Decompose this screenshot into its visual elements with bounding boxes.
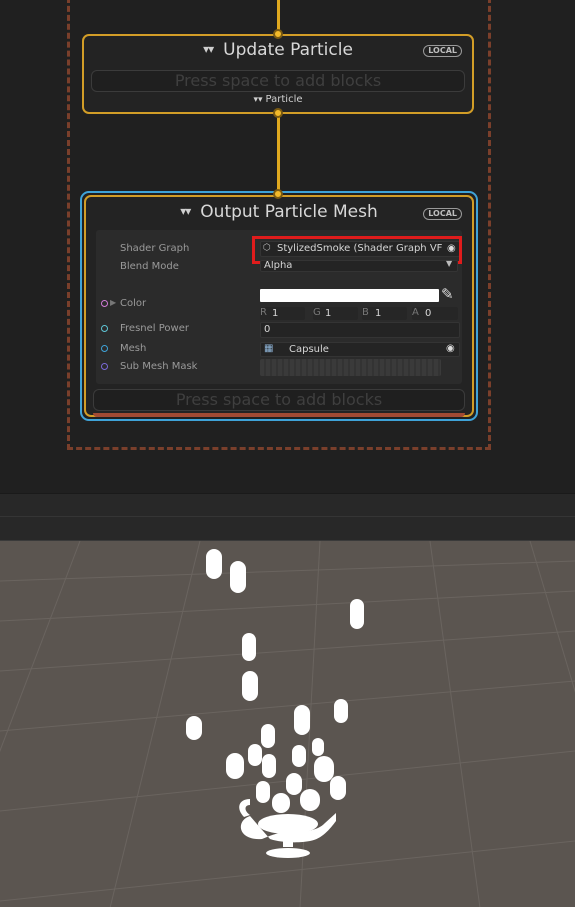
- local-badge: LOCAL: [423, 208, 462, 220]
- mesh-port[interactable]: [101, 345, 108, 352]
- expand-arrow-icon[interactable]: ▶: [110, 298, 116, 307]
- scene-view[interactable]: [0, 540, 575, 907]
- object-picker-icon[interactable]: ◉: [446, 343, 455, 354]
- mesh-field[interactable]: Capsule: [260, 342, 460, 357]
- update-context-subtitle: ▾▾ Particle: [253, 94, 303, 105]
- particle-small-icon: ▾▾: [253, 95, 263, 105]
- color-a-label: A: [412, 307, 419, 318]
- color-swatch[interactable]: [260, 289, 439, 302]
- flow-port-update-in[interactable]: [273, 29, 283, 39]
- scene-grid: [0, 541, 575, 907]
- flow-port-output-in[interactable]: [273, 189, 283, 199]
- add-blocks-placeholder[interactable]: Press space to add blocks: [93, 389, 465, 411]
- local-badge: LOCAL: [423, 45, 462, 57]
- blend-mode-dropdown[interactable]: Alpha: [260, 260, 458, 272]
- color-label: Color: [120, 298, 147, 309]
- shader-graph-label: Shader Graph: [120, 243, 190, 254]
- add-blocks-placeholder[interactable]: Press space to add blocks: [91, 70, 465, 92]
- color-r-value: 1: [272, 308, 279, 319]
- output-context-title: ▾▾ Output Particle Mesh: [180, 202, 378, 222]
- output-properties-block: Shader Graph StylizedSmoke (Shader Graph…: [96, 230, 462, 384]
- panel-separator: [0, 493, 575, 540]
- mesh-icon: ▦: [264, 343, 274, 354]
- output-particle-mesh-context[interactable]: ▾▾ Output Particle Mesh LOCAL Shader Grap…: [84, 195, 474, 417]
- smoke-particles: [186, 549, 364, 813]
- particle-icon: ▾▾: [180, 204, 191, 218]
- flow-connection-middle: [277, 113, 280, 195]
- blend-mode-label: Blend Mode: [120, 261, 179, 272]
- color-g-label: G: [313, 307, 321, 318]
- color-a-value: 0: [425, 308, 432, 319]
- submesh-mask-bits[interactable]: [260, 359, 441, 376]
- fresnel-power-field[interactable]: 0: [260, 322, 460, 338]
- mesh-label: Mesh: [120, 343, 147, 354]
- submesh-mask-label: Sub Mesh Mask: [120, 361, 198, 372]
- context-bottom-strip: [93, 413, 465, 417]
- color-g-value: 1: [325, 308, 332, 319]
- blend-mode-value: Alpha: [264, 260, 293, 271]
- update-particle-context[interactable]: ▾▾ Update Particle LOCAL Press space to a…: [82, 34, 474, 114]
- color-port[interactable]: [101, 300, 108, 307]
- unity-editor-window: ▾▾ Update Particle LOCAL Press space to a…: [0, 0, 575, 907]
- submesh-mask-port[interactable]: [101, 363, 108, 370]
- color-b-value: 1: [375, 308, 382, 319]
- fresnel-power-label: Fresnel Power: [120, 323, 189, 334]
- flow-port-update-out[interactable]: [273, 108, 283, 118]
- color-r-label: R: [260, 307, 267, 318]
- fresnel-power-port[interactable]: [101, 325, 108, 332]
- fresnel-power-value: 0: [264, 324, 271, 335]
- mesh-value: Capsule: [289, 344, 329, 355]
- color-b-label: B: [362, 307, 369, 318]
- eyedropper-icon[interactable]: ✎: [441, 285, 454, 303]
- update-context-title: ▾▾ Update Particle: [203, 40, 353, 60]
- particle-icon: ▾▾: [203, 42, 214, 56]
- chevron-down-icon: ▼: [446, 259, 453, 268]
- vfx-graph-canvas[interactable]: ▾▾ Update Particle LOCAL Press space to a…: [0, 0, 575, 493]
